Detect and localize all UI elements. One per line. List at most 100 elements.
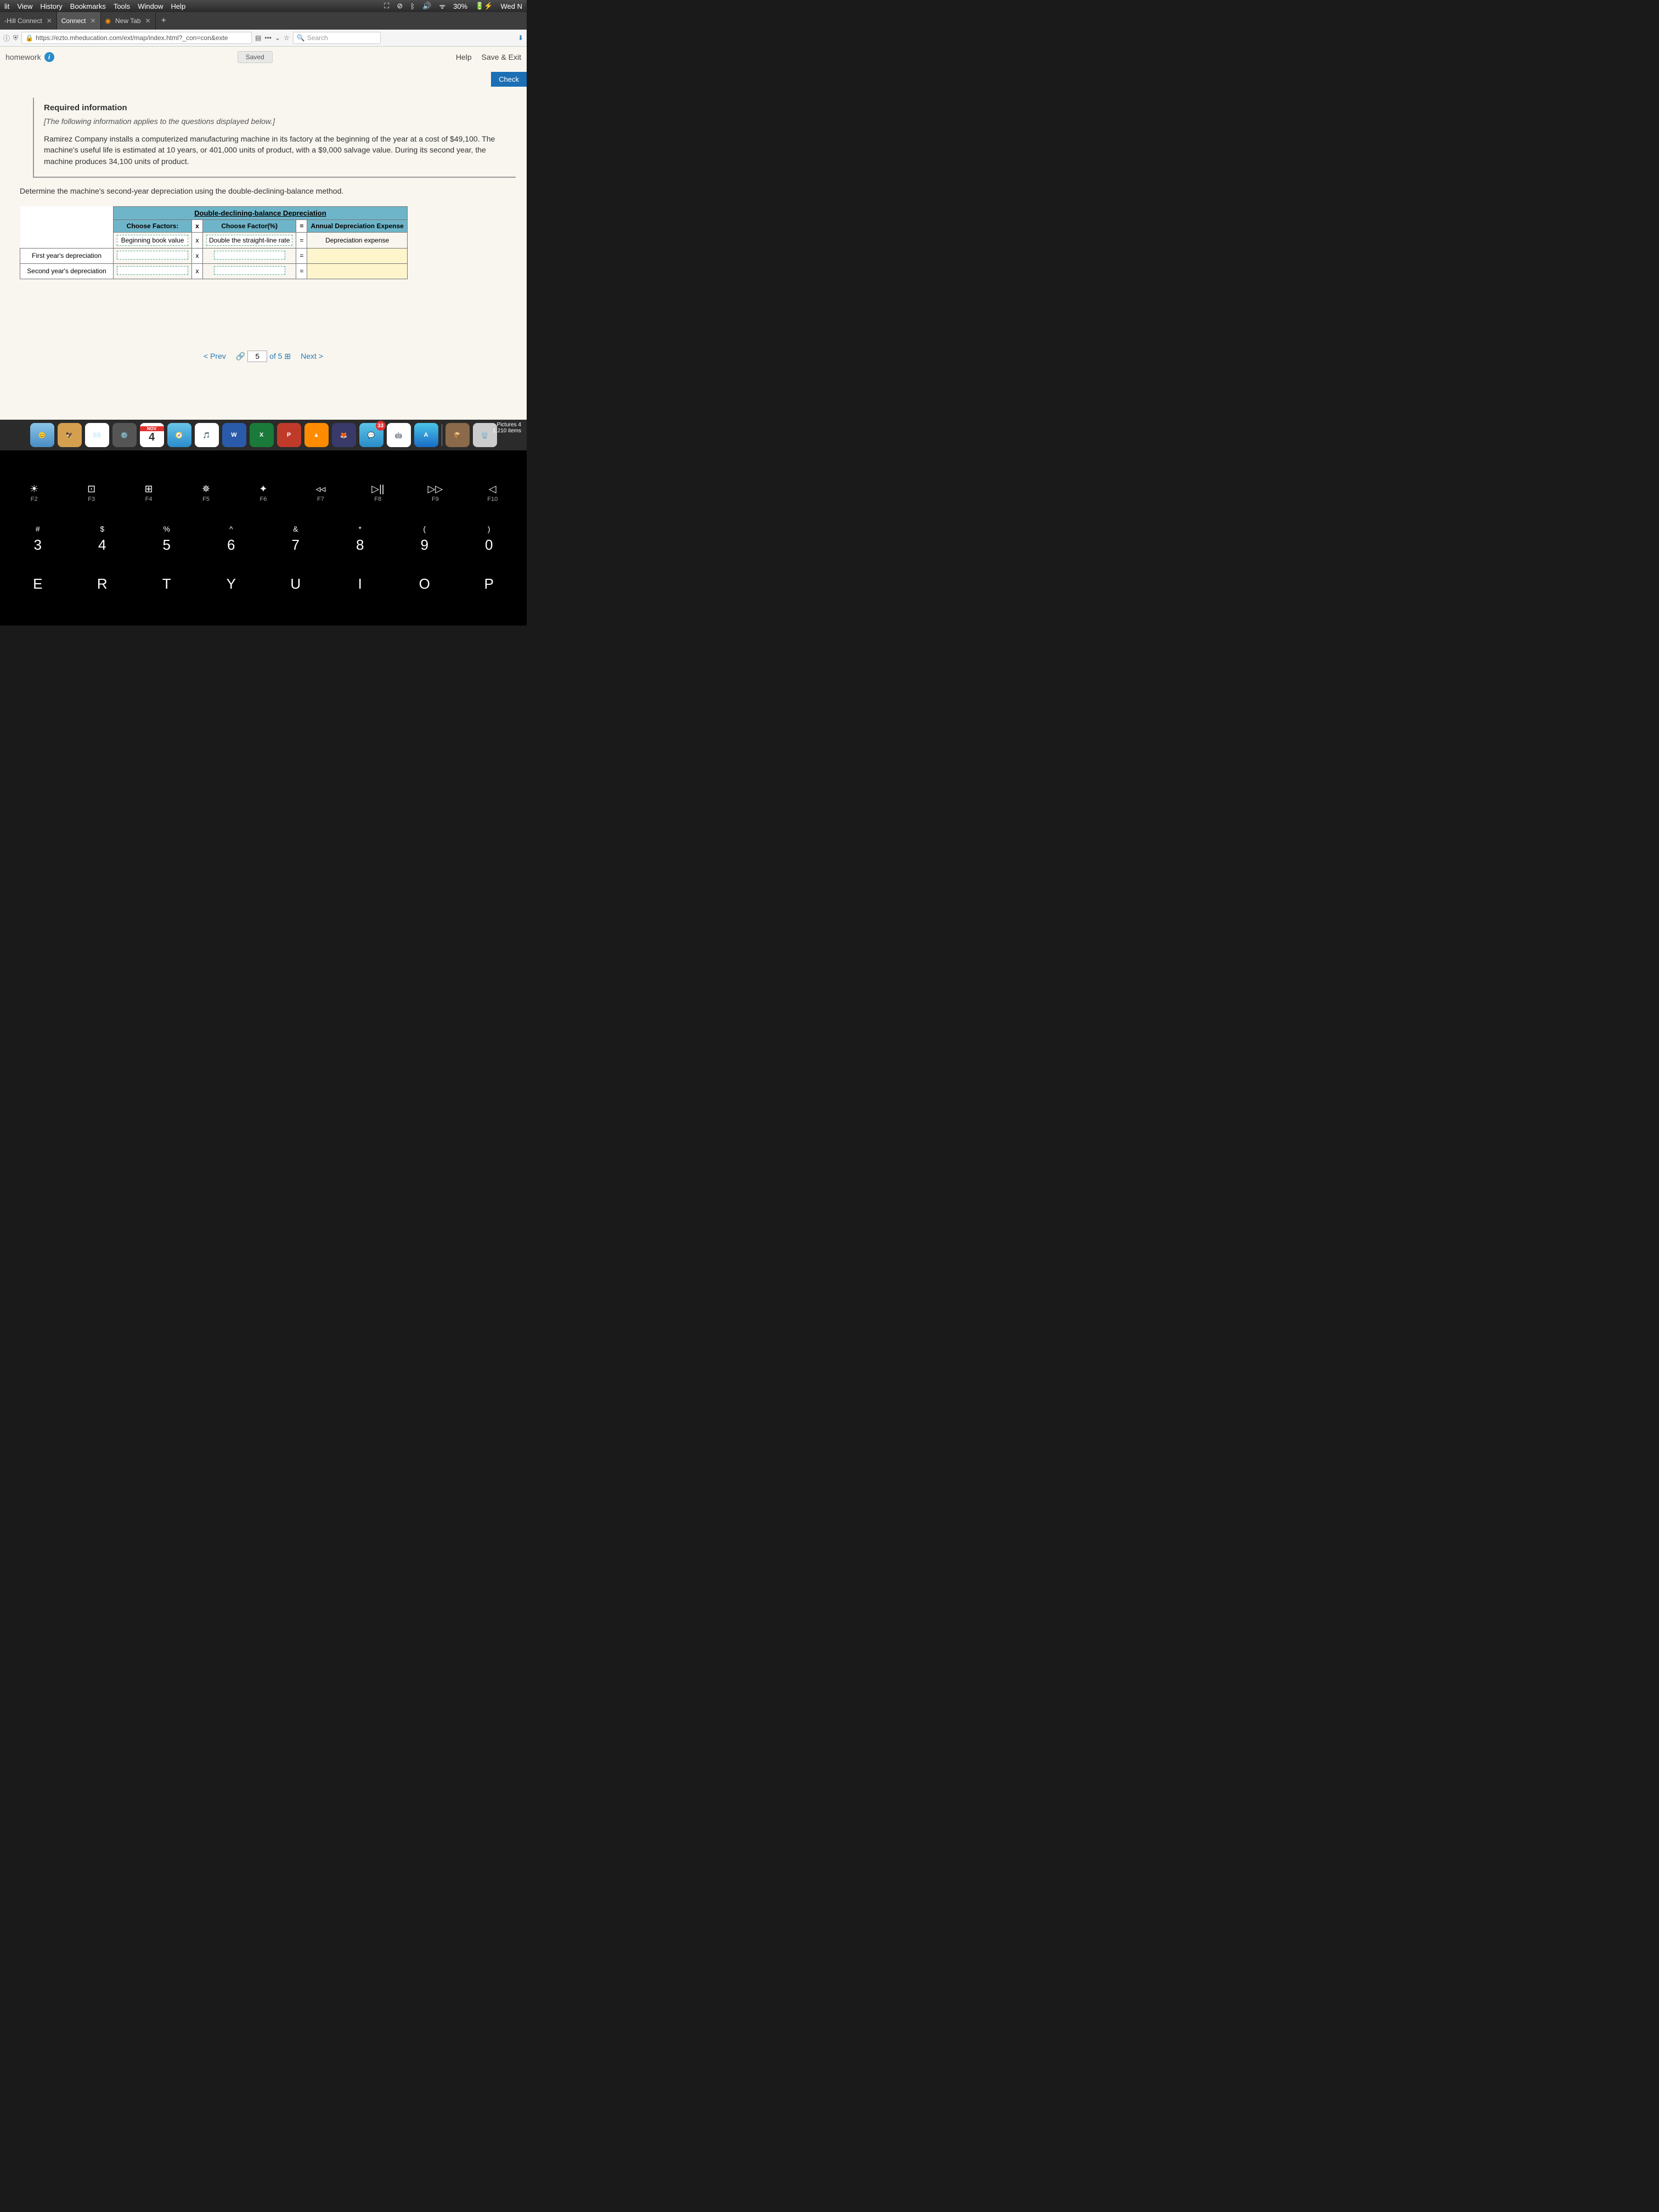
tab-label: New Tab [115,17,140,25]
calendar-icon[interactable]: NOV 4 [140,423,164,447]
grid-icon[interactable]: ⊞ [284,352,291,360]
wifi-icon[interactable]: ᯤ [439,1,445,11]
homework-label: homework [5,53,41,61]
safari-icon[interactable]: 🧭 [167,423,191,447]
key-F2: ☀F2 [18,483,50,503]
prev-button[interactable]: < Prev [204,352,226,360]
col-annual: Annual Depreciation Expense [307,219,407,232]
url-field[interactable]: 🔒 https://ezto.mheducation.com/ext/map/i… [21,32,252,44]
reader-icon[interactable]: ▤ [255,34,261,42]
key-E: E [21,575,54,592]
key-T: T [150,575,183,592]
word-icon[interactable]: W [222,423,246,447]
cal-day: 4 [149,431,155,444]
check-button[interactable]: Check [491,72,527,87]
saved-indicator: Saved [238,51,273,63]
factor-input-2[interactable] [117,266,188,275]
more-icon[interactable]: ••• [264,34,272,42]
menu-item[interactable]: Help [171,2,185,10]
tab-hill-connect[interactable]: -Hill Connect ✕ [0,12,57,30]
pct-select-0[interactable]: Double the straight-line rate [206,235,292,246]
messages-icon[interactable]: 💬 33 [359,423,383,447]
link-icon: 🔗 [236,352,245,360]
close-icon[interactable]: ✕ [47,17,52,25]
bookmark-icon[interactable]: ☆ [284,34,290,42]
menu-item[interactable]: Bookmarks [70,2,106,10]
pct-input-2[interactable] [214,266,285,275]
vlc-icon[interactable]: ▲ [304,423,329,447]
info-badge-icon[interactable]: i [44,52,54,62]
key-O: O [408,575,441,592]
new-tab-button[interactable]: + [156,16,172,26]
key-8: *8 [343,524,376,554]
menu-item[interactable]: History [40,2,62,10]
tab-new[interactable]: ◉ New Tab ✕ [101,12,156,30]
downloads-stack[interactable]: 📦 [445,423,470,447]
settings-icon[interactable]: ⚙️ [112,423,137,447]
pct-input-1[interactable] [214,251,285,259]
save-exit-link[interactable]: Save & Exit [482,53,521,61]
close-icon[interactable]: ✕ [145,17,151,25]
search-placeholder: Search [307,34,328,42]
appstore-icon[interactable]: A [414,423,438,447]
pocket-icon[interactable]: ⌄ [275,34,280,42]
close-icon[interactable]: ✕ [90,17,95,25]
tab-connect[interactable]: Connect ✕ [57,12,101,30]
firefox-icon: ◉ [105,17,111,25]
op-x: x [192,248,203,263]
info-icon[interactable]: ⓘ [3,33,10,43]
op-eq: = [296,219,307,232]
battery-icon[interactable]: 🔋⚡ [475,2,493,10]
annual-label-0: Depreciation expense [307,232,407,248]
factor-select-0[interactable]: Beginning book value [117,235,188,246]
screen-mirror-icon[interactable]: ⛶ [384,2,389,10]
powerpoint-icon[interactable]: P [277,423,301,447]
volume-icon[interactable]: 🔊 [422,2,431,10]
excel-icon[interactable]: X [250,423,274,447]
op-eq: = [296,263,307,279]
menu-item[interactable]: lit [4,2,9,10]
col-factor-pct: Choose Factor(%) [203,219,296,232]
search-field[interactable]: 🔍 Search [293,32,381,44]
keyboard: ☀F2⊡F3⊞F4✵F5✦F6◃◃F7▷||F8▷▷F9◁F10 #3$4%5^… [0,450,527,625]
result-1[interactable] [307,248,407,263]
col-factors: Choose Factors: [114,219,192,232]
music-icon[interactable]: 🎵 [195,423,219,447]
row-first-year: First year's depreciation [20,248,114,263]
do-not-disturb-icon[interactable]: ⊘ [397,2,403,10]
page-number-input[interactable] [247,351,267,362]
menu-item[interactable]: Tools [114,2,130,10]
op-x: x [192,219,203,232]
url-text: https://ezto.mheducation.com/ext/map/ind… [36,34,228,42]
browser-tab-strip: -Hill Connect ✕ Connect ✕ ◉ New Tab ✕ + [0,12,527,30]
menu-item[interactable]: View [17,2,32,10]
key-F9: ▷▷F9 [419,483,452,503]
search-icon: 🔍 [297,34,305,42]
result-2[interactable] [307,263,407,279]
bluetooth-icon[interactable]: ᛒ [410,2,415,10]
preview-icon[interactable]: 🦅 [58,423,82,447]
key-F3: ⊡F3 [75,483,108,503]
required-info-box: Required information [The following info… [33,98,516,178]
download-icon[interactable]: ⬇ [518,34,523,42]
mail-icon[interactable]: ✉️ [85,423,109,447]
lock-icon: 🔒 [25,34,33,42]
firefox-icon[interactable]: 🦊 [332,423,356,447]
page-total: of 5 [269,352,282,360]
next-button[interactable]: Next > [301,352,323,360]
finder-icon[interactable]: 😊 [30,423,54,447]
menu-item[interactable]: Window [138,2,163,10]
required-subtitle: [The following information applies to th… [44,117,506,126]
key-9: (9 [408,524,441,554]
key-F4: ⊞F4 [132,483,165,503]
factor-input-1[interactable] [117,251,188,259]
question-text: Determine the machine's second-year depr… [20,187,516,195]
key-7: &7 [279,524,312,554]
help-link[interactable]: Help [456,53,472,61]
shield-icon[interactable]: ⛨ [13,34,18,42]
key-5: %5 [150,524,183,554]
key-R: R [86,575,119,592]
battery-percent: 30% [453,2,467,10]
tab-label: -Hill Connect [4,17,42,25]
automator-icon[interactable]: 🤖 [387,423,411,447]
